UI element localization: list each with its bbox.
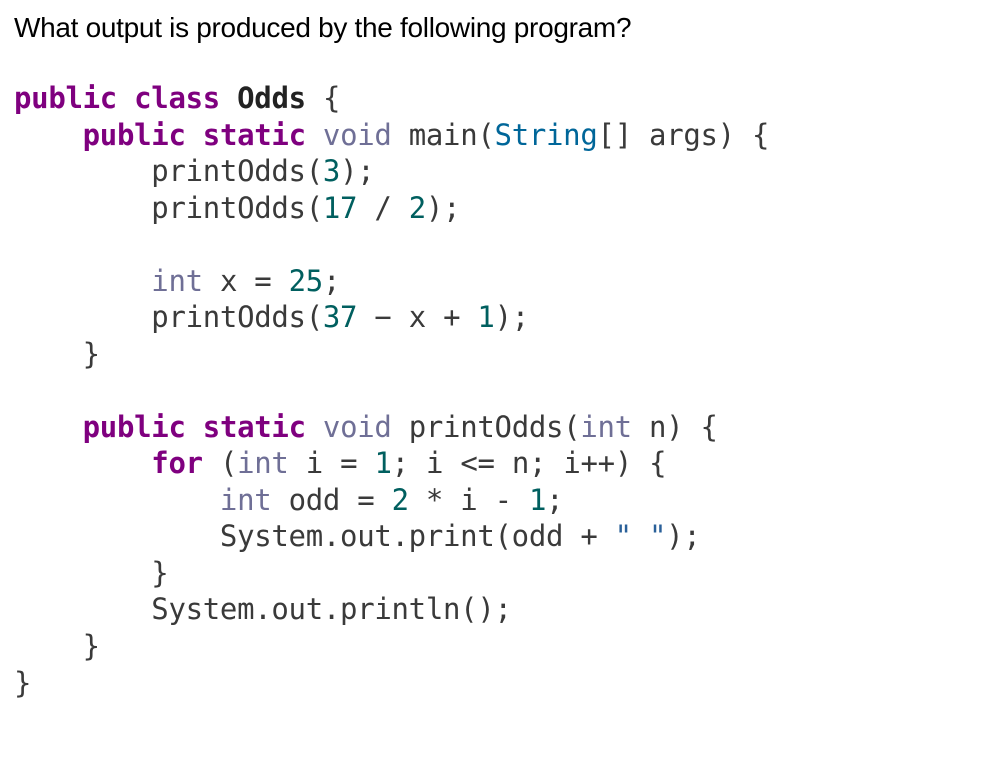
question-text: What output is produced by the following…	[14, 12, 976, 44]
op-plusplus: ++	[581, 446, 615, 480]
call-printodds: printOdds	[151, 300, 305, 334]
punct: ;	[323, 264, 340, 298]
num-1: 1	[477, 300, 494, 334]
punct: ;	[529, 446, 546, 480]
op-lte: <=	[460, 446, 494, 480]
punct: }	[14, 666, 31, 700]
punct: )	[718, 118, 735, 152]
punct: {	[649, 446, 666, 480]
op-plus: +	[443, 300, 460, 334]
punct: ;	[683, 519, 700, 553]
op-star: *	[426, 483, 443, 517]
var-x: x	[220, 264, 237, 298]
method-printodds: printOdds	[409, 410, 563, 444]
punct: )	[666, 410, 683, 444]
kw-void: void	[323, 410, 392, 444]
punct: ;	[512, 300, 529, 334]
var-n: n	[649, 410, 666, 444]
var-odd: odd	[289, 483, 340, 517]
punct: (	[494, 519, 511, 553]
type-string: String	[495, 118, 598, 152]
punct: )	[426, 191, 443, 225]
punct: ;	[546, 483, 563, 517]
punct: ]	[615, 118, 632, 152]
punct: )	[340, 154, 357, 188]
sys-out-println: System.out.println	[151, 592, 460, 626]
num-1: 1	[374, 446, 391, 480]
punct: ;	[357, 154, 374, 188]
punct: ;	[443, 191, 460, 225]
op-minus: −	[374, 300, 391, 334]
kw-class: class	[134, 81, 220, 115]
punct: {	[323, 81, 340, 115]
var-i: i	[460, 483, 477, 517]
op-div: /	[374, 191, 391, 225]
var-i: i	[306, 446, 323, 480]
punct: {	[752, 118, 769, 152]
punct: (	[563, 410, 580, 444]
num-25: 25	[289, 264, 323, 298]
op-eq: =	[357, 483, 374, 517]
kw-public: public	[14, 81, 117, 115]
class-name: Odds	[237, 81, 306, 115]
num-17: 17	[323, 191, 357, 225]
kw-int: int	[580, 410, 631, 444]
punct: }	[83, 629, 100, 663]
kw-int: int	[151, 264, 202, 298]
num-2: 2	[409, 191, 426, 225]
str-space: " "	[615, 519, 666, 553]
var-x: x	[409, 300, 426, 334]
num-3: 3	[323, 154, 340, 188]
punct: (	[220, 446, 237, 480]
punct: {	[701, 410, 718, 444]
kw-static: static	[203, 118, 306, 152]
op-plus: +	[580, 519, 597, 553]
kw-public: public	[83, 410, 186, 444]
var-odd: odd	[512, 519, 563, 553]
punct: ()	[460, 592, 494, 626]
arg-args: args	[649, 118, 718, 152]
op-eq: =	[254, 264, 271, 298]
punct: ;	[494, 592, 511, 626]
kw-void: void	[323, 118, 392, 152]
var-n: n	[512, 446, 529, 480]
method-main: main	[409, 118, 478, 152]
punct: (	[306, 154, 323, 188]
kw-int: int	[237, 446, 288, 480]
op-eq: =	[340, 446, 357, 480]
num-2: 2	[392, 483, 409, 517]
call-printodds: printOdds	[151, 154, 305, 188]
punct: )	[495, 300, 512, 334]
punct: (	[477, 118, 494, 152]
op-minus: -	[495, 483, 512, 517]
call-printodds: printOdds	[151, 191, 305, 225]
num-37: 37	[323, 300, 357, 334]
sys-out-print: System.out.print	[220, 519, 495, 553]
kw-public: public	[83, 118, 186, 152]
num-1: 1	[529, 483, 546, 517]
punct: )	[615, 446, 632, 480]
punct: ;	[392, 446, 409, 480]
punct: )	[666, 519, 683, 553]
code-block: public class Odds { public static void m…	[14, 80, 976, 701]
var-i: i	[563, 446, 580, 480]
punct: [	[598, 118, 615, 152]
punct: (	[306, 300, 323, 334]
kw-for: for	[151, 446, 202, 480]
kw-int: int	[220, 483, 271, 517]
punct: }	[151, 556, 168, 590]
punct: }	[83, 337, 100, 371]
var-i: i	[426, 446, 443, 480]
kw-static: static	[203, 410, 306, 444]
punct: (	[306, 191, 323, 225]
